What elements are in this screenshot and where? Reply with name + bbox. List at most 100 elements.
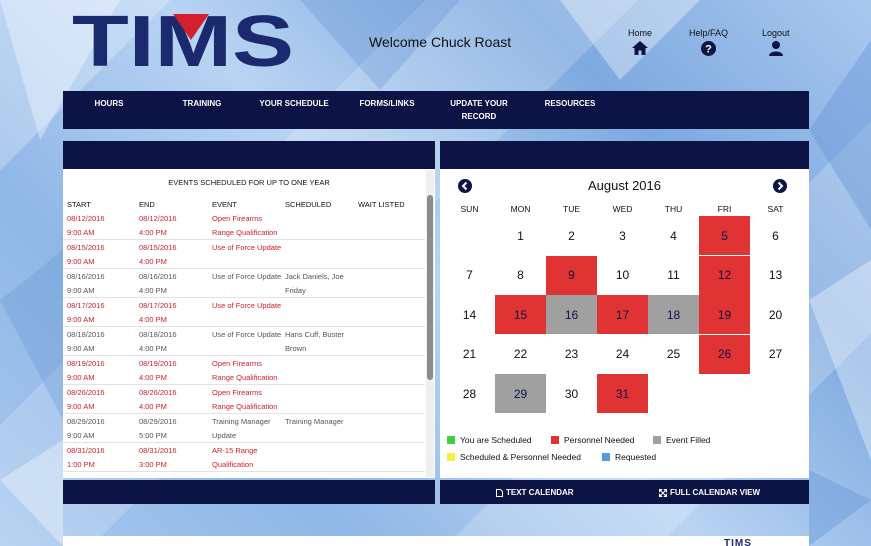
end-cell: 08/16/2016 4:00 PM	[139, 270, 177, 298]
home-link[interactable]: Home	[628, 28, 652, 55]
end-cell-line2: 4:00 PM	[139, 228, 167, 237]
table-row[interactable]: 08/12/2016 9:00 AM 08/12/2016 4:00 PM Open F…	[63, 211, 425, 240]
day-of-week-header: TUE	[563, 204, 580, 214]
start-cell-line2: 1:00 PM	[67, 460, 95, 469]
nav-hours[interactable]: HOURS	[83, 97, 135, 110]
scheduled-cell-line1: Jack Daniels, Joe	[285, 272, 344, 281]
document-icon	[496, 488, 503, 497]
calendar-day[interactable]: 12	[699, 255, 750, 295]
calendar-day[interactable]: 29	[495, 374, 546, 413]
calendar-day[interactable]: 16	[546, 295, 597, 334]
calendar-day[interactable]: 9	[546, 255, 597, 295]
nav-update-record[interactable]: UPDATE YOUR RECORD	[441, 97, 517, 123]
end-cell-line2: 5:00 PM	[139, 431, 167, 440]
event-cell: Open Firearms Range Qualification	[212, 386, 277, 414]
calendar-day[interactable]: 28	[444, 374, 495, 413]
legend-swatch-yellow	[447, 453, 455, 461]
column-event: EVENT	[212, 200, 238, 209]
calendar-day[interactable]: 1	[495, 216, 546, 255]
calendar-day[interactable]: 11	[648, 256, 699, 295]
calendar-day[interactable]: 27	[750, 335, 801, 374]
calendar-day[interactable]: 19	[699, 295, 750, 334]
calendar-day[interactable]: 15	[495, 295, 546, 334]
text-calendar-button[interactable]: TEXT CALENDAR	[496, 488, 574, 497]
calendar-day[interactable]: 8	[495, 256, 546, 295]
logout-link[interactable]: Logout	[762, 28, 790, 56]
calendar-month-title: August 2016	[587, 178, 661, 193]
table-row[interactable]: 08/18/2016 9:00 AM 08/18/2016 4:00 PM Use of…	[63, 327, 425, 356]
end-cell: 08/12/2016 4:00 PM	[139, 212, 177, 240]
full-calendar-view-button[interactable]: FULL CALENDAR VIEW	[659, 488, 760, 497]
table-row[interactable]: 08/15/2016 9:00 AM 08/15/2016 4:00 PM Use of…	[63, 240, 425, 269]
start-cell-line1: 08/12/2016	[67, 214, 105, 223]
nav-your-schedule-label: YOUR SCHEDULE	[259, 99, 329, 108]
event-cell-line1: Open Firearms	[212, 388, 263, 397]
nav-forms-links[interactable]: FORMS/LINKS	[353, 97, 421, 110]
calendar-day[interactable]: 31	[597, 374, 648, 413]
table-row[interactable]: 08/31/2016 1:00 PM 08/31/2016 3:00 PM AR-15 …	[63, 443, 425, 472]
start-cell-line2: 9:00 AM	[67, 373, 95, 382]
calendar-day[interactable]: 14	[444, 295, 495, 334]
calendar-day[interactable]: 26	[699, 334, 750, 374]
footer-logo: TIMS	[724, 538, 752, 546]
calendar-day[interactable]: 23	[546, 335, 597, 374]
calendar-day[interactable]: 22	[495, 335, 546, 374]
column-wait-listed: WAIT LISTED	[358, 200, 405, 209]
table-row[interactable]: 08/29/2016 9:00 AM 08/29/2016 5:00 PM Traini…	[63, 414, 425, 443]
legend-label: Requested	[615, 452, 657, 462]
home-icon	[632, 41, 648, 55]
end-cell: 08/29/2016 5:00 PM	[139, 415, 177, 443]
table-row[interactable]: 08/16/2016 9:00 AM 08/16/2016 4:00 PM Use of…	[63, 269, 425, 298]
legend-swatch-blue	[602, 453, 610, 461]
calendar-day[interactable]: 10	[597, 256, 648, 295]
end-cell-line1: 08/16/2016	[139, 272, 177, 281]
calendar-day[interactable]: 18	[648, 295, 699, 334]
events-title: EVENTS SCHEDULED FOR UP TO ONE YEAR	[168, 178, 330, 187]
legend-swatch-red	[551, 436, 559, 444]
user-icon	[768, 41, 783, 56]
calendar-day[interactable]: 2	[546, 216, 597, 255]
nav-training[interactable]: TRAINING	[173, 97, 231, 110]
calendar-day[interactable]: 20	[750, 295, 801, 334]
day-of-week-header: THU	[664, 204, 683, 214]
event-cell-line2: Range Qualification	[212, 402, 278, 411]
calendar-day[interactable]: 6	[750, 216, 801, 255]
nav-resources[interactable]: RESOURCES	[537, 97, 603, 110]
next-month-button[interactable]	[773, 179, 787, 193]
nav-your-schedule[interactable]: YOUR SCHEDULE	[253, 97, 335, 110]
calendar-day[interactable]: 25	[648, 335, 699, 374]
calendar-day[interactable]: 7	[444, 256, 495, 295]
column-start: START	[67, 200, 91, 209]
events-scrollbar[interactable]	[427, 195, 433, 380]
start-cell-line2: 9:00 AM	[67, 286, 95, 295]
calendar-day[interactable]: 4	[648, 216, 699, 255]
events-panel: EVENTS SCHEDULED FOR UP TO ONE YEAR STAR…	[63, 169, 435, 478]
day-of-week-header: MON	[510, 204, 531, 214]
end-cell: 08/26/2016 4:00 PM	[139, 386, 177, 414]
legend-label: Personnel Needed	[564, 435, 635, 445]
event-cell-line1: Use of Force Update	[212, 330, 282, 339]
calendar-day[interactable]: 30	[546, 374, 597, 413]
table-row[interactable]: 08/26/2016 9:00 AM 08/26/2016 4:00 PM Open F…	[63, 385, 425, 414]
svg-text:?: ?	[705, 44, 712, 56]
end-cell-line2: 4:00 PM	[139, 315, 167, 324]
full-calendar-label: FULL CALENDAR VIEW	[670, 488, 761, 497]
calendar-day[interactable]: 3	[597, 216, 648, 255]
event-cell: Use of Force Update	[212, 299, 281, 313]
end-cell: 08/17/2016 4:00 PM	[139, 299, 177, 327]
start-cell-line1: 08/15/2016	[67, 243, 105, 252]
legend-swatch-gray	[653, 436, 661, 444]
main-nav: HOURS TRAINING YOUR SCHEDULE FORMS/LINKS…	[63, 91, 809, 129]
end-cell-line2: 3:00 PM	[139, 460, 167, 469]
help-faq-link[interactable]: Help/FAQ ?	[689, 28, 728, 56]
tims-logo: TIMS	[72, 8, 294, 70]
start-cell: 08/16/2016 9:00 AM	[67, 270, 105, 298]
calendar-day[interactable]: 17	[597, 295, 648, 334]
table-row[interactable]: 08/19/2016 9:00 AM 08/19/2016 4:00 PM Open F…	[63, 356, 425, 385]
calendar-day[interactable]: 24	[597, 335, 648, 374]
nav-resources-label: RESOURCES	[544, 99, 596, 108]
calendar-day[interactable]: 21	[444, 335, 495, 374]
table-row[interactable]: 08/17/2016 9:00 AM 08/17/2016 4:00 PM Use of…	[63, 298, 425, 327]
calendar-day[interactable]: 13	[750, 256, 801, 295]
calendar-day[interactable]: 5	[699, 216, 750, 255]
